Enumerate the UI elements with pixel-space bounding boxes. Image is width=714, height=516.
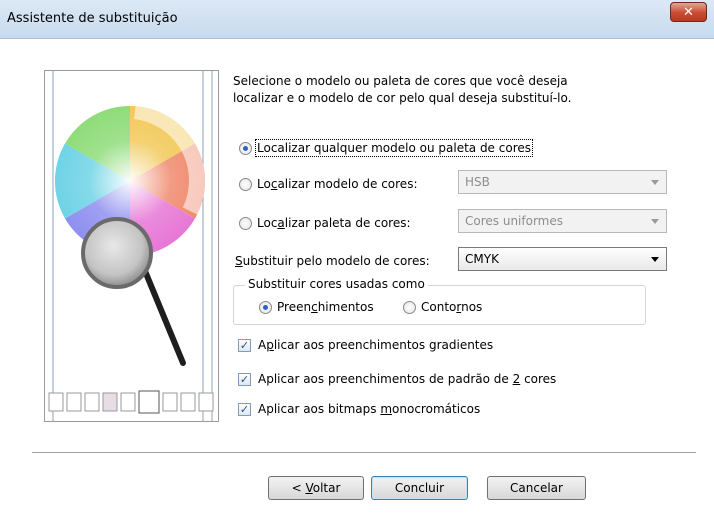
finish-button[interactable]: Concluir (371, 476, 468, 500)
chevron-down-icon (651, 219, 659, 224)
checkbox-gradient-fills-label[interactable]: Aplicar aos preenchimentos gradientes (258, 338, 493, 352)
footer-divider (32, 452, 696, 454)
palette-select[interactable]: Cores uniformes (458, 209, 667, 233)
checkmark-icon: ✓ (239, 403, 250, 416)
close-button[interactable]: ✕ (670, 2, 707, 22)
chevron-down-icon (651, 180, 659, 185)
radio-find-model-label[interactable]: Localizar modelo de cores: (257, 177, 417, 191)
color-model-select[interactable]: HSB (458, 170, 667, 194)
checkbox-two-color-patterns-label[interactable]: Aplicar aos preenchimentos de padrão de … (258, 372, 556, 386)
radio-find-palette-label[interactable]: Localizar paleta de cores: (257, 216, 411, 230)
instructions-text: Selecione o modelo ou paleta de cores qu… (233, 74, 572, 105)
group-legend: Substituir cores usadas como (245, 277, 428, 291)
checkbox-mono-bitmaps[interactable]: ✓ (238, 403, 251, 416)
checkbox-gradient-fills[interactable]: ✓ (238, 339, 251, 352)
radio-find-model[interactable] (239, 178, 252, 191)
radio-outlines[interactable] (403, 301, 416, 314)
color-wheel-magnifier-icon (48, 71, 214, 421)
chevron-down-icon (651, 257, 659, 262)
radio-any-model-label[interactable]: Localizar qualquer modelo ou paleta de c… (254, 139, 534, 157)
radio-fills[interactable] (259, 301, 272, 314)
checkmark-icon: ✓ (239, 339, 250, 352)
replace-model-label: Substituir pelo modelo de cores: (235, 254, 430, 268)
radio-outlines-label[interactable]: Contornos (421, 300, 482, 314)
cancel-button[interactable]: Cancelar (487, 476, 586, 500)
checkmark-icon: ✓ (239, 373, 250, 386)
checkbox-two-color-patterns[interactable]: ✓ (238, 373, 251, 386)
replace-model-select[interactable]: CMYK (458, 247, 667, 271)
radio-find-palette[interactable] (239, 217, 252, 230)
radio-any-model[interactable] (239, 142, 252, 155)
back-button[interactable]: < Voltar (268, 476, 364, 500)
window-title: Assistente de substituição (7, 11, 178, 26)
close-icon: ✕ (683, 4, 694, 20)
checkbox-mono-bitmaps-label[interactable]: Aplicar aos bitmaps monocromáticos (258, 402, 480, 416)
title-bar: Assistente de substituição ✕ (0, 0, 714, 39)
radio-fills-label[interactable]: Preenchimentos (277, 300, 374, 314)
color-wheel-illustration (44, 70, 219, 422)
